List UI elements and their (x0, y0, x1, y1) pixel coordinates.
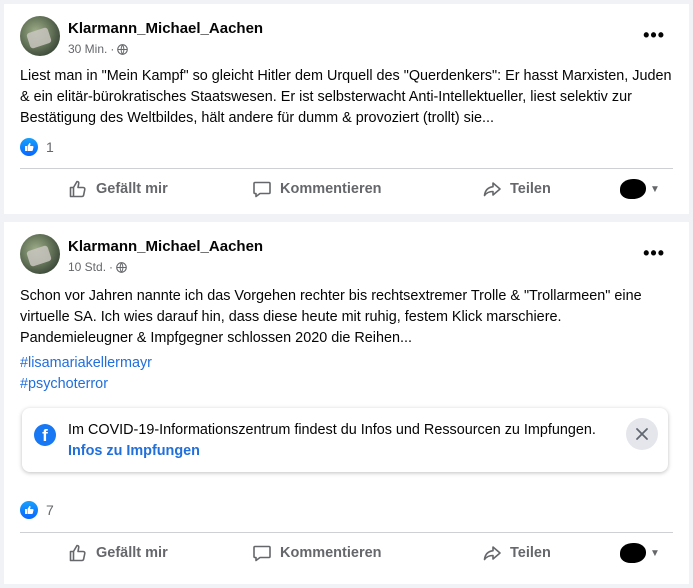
share-label: Teilen (510, 545, 551, 561)
share-button[interactable]: Teilen (482, 179, 551, 199)
like-button[interactable]: Gefällt mir (68, 543, 168, 563)
post-meta: 10 Std. · (68, 260, 127, 274)
meta-separator: · (109, 260, 114, 274)
like-button[interactable]: Gefällt mir (68, 179, 168, 199)
share-label: Teilen (510, 181, 551, 197)
comment-label: Kommentieren (280, 545, 382, 561)
author-name[interactable]: Klarmann_Michael_Aachen (68, 238, 263, 255)
action-bar: Gefällt mir Kommentieren Teilen ▼ (4, 535, 689, 571)
reaction-count: 1 (46, 139, 54, 155)
post-meta: 30 Min. · (68, 42, 129, 56)
author-name[interactable]: Klarmann_Michael_Aachen (68, 20, 263, 37)
post-time[interactable]: 30 Min. (68, 42, 107, 56)
comment-button[interactable]: Kommentieren (252, 543, 382, 563)
avatar[interactable] (20, 16, 60, 56)
close-icon (636, 428, 648, 440)
like-label: Gefällt mir (96, 545, 168, 561)
globe-icon (116, 261, 127, 273)
globe-icon (117, 43, 129, 55)
post-text: Liest man in "Mein Kampf" so gleicht Hit… (20, 68, 672, 126)
divider (20, 532, 673, 533)
like-label: Gefällt mir (96, 181, 168, 197)
post-card: Klarmann_Michael_Aachen 30 Min. · ••• Li… (4, 4, 689, 214)
like-reaction-icon (20, 501, 38, 519)
avatar[interactable] (20, 234, 60, 274)
comment-label: Kommentieren (280, 181, 382, 197)
hashtag-link[interactable]: #psychoterror (20, 374, 108, 394)
close-button[interactable] (626, 418, 658, 450)
chevron-down-icon: ▼ (650, 547, 660, 559)
redacted-avatar (620, 543, 646, 563)
thumbs-up-icon (69, 180, 86, 198)
divider (20, 168, 673, 169)
facebook-logo-icon: f (34, 424, 56, 446)
comment-button[interactable]: Kommentieren (252, 179, 382, 199)
share-arrow-icon (483, 546, 501, 561)
thumbs-up-icon (69, 544, 86, 562)
audience-selector[interactable]: ▼ (620, 543, 660, 563)
share-arrow-icon (483, 182, 501, 197)
reaction-summary[interactable]: 7 (20, 501, 54, 519)
hashtag-link[interactable]: #lisamariakellermayr (20, 353, 152, 373)
audience-selector[interactable]: ▼ (620, 179, 660, 199)
like-reaction-icon (20, 138, 38, 156)
more-options-button[interactable]: ••• (643, 244, 665, 262)
more-options-button[interactable]: ••• (643, 26, 665, 44)
reaction-count: 7 (46, 502, 54, 518)
reaction-summary[interactable]: 1 (20, 138, 54, 156)
post-time[interactable]: 10 Std. (68, 260, 106, 274)
covid-info-banner: f Im COVID-19-Informationszentrum findes… (22, 408, 668, 472)
info-banner-text: Im COVID-19-Informationszentrum findest … (68, 422, 596, 438)
post-card: Klarmann_Michael_Aachen 10 Std. · ••• Sc… (4, 222, 689, 584)
action-bar: Gefällt mir Kommentieren Teilen ▼ (4, 171, 689, 207)
redacted-avatar (620, 179, 646, 199)
meta-separator: · (110, 42, 115, 56)
vaccine-info-link[interactable]: Infos zu Impfungen (68, 443, 200, 459)
chevron-down-icon: ▼ (650, 183, 660, 195)
post-text: Schon vor Jahren nannte ich das Vorgehen… (20, 288, 642, 346)
speech-bubble-icon (253, 545, 271, 562)
share-button[interactable]: Teilen (482, 543, 551, 563)
speech-bubble-icon (253, 181, 271, 198)
